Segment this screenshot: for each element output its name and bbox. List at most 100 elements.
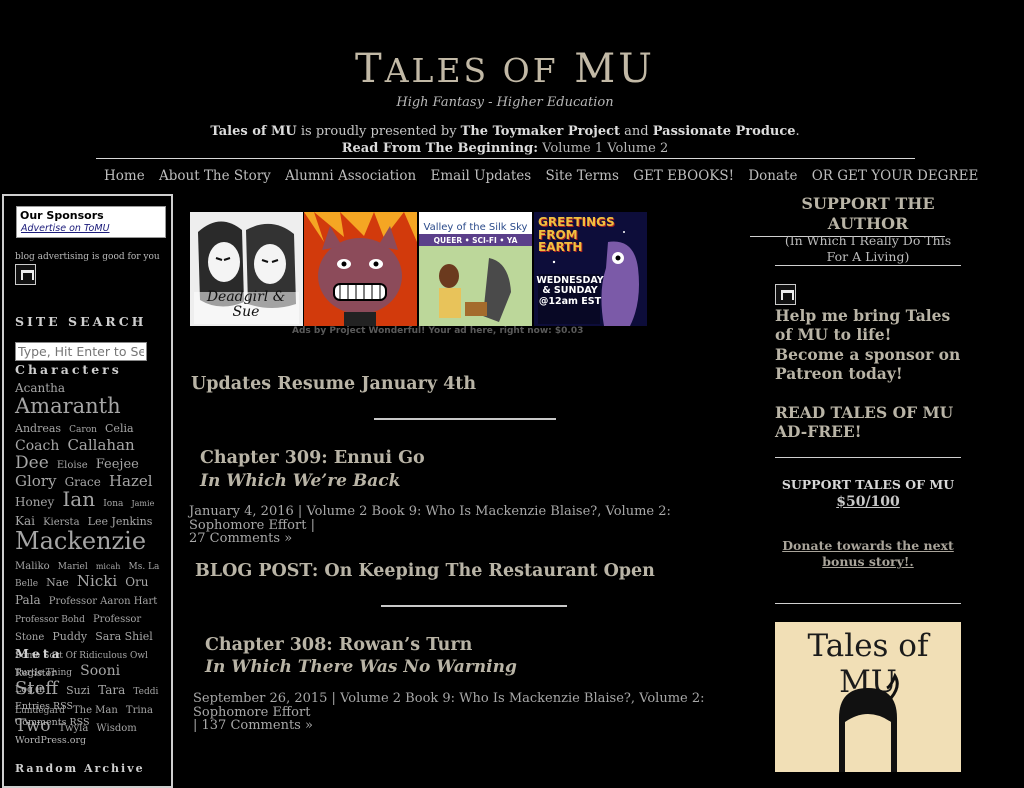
character-tag[interactable]: Eloise [57, 460, 88, 471]
character-tag[interactable]: Puddy [52, 630, 87, 643]
project-wonderful-icon[interactable] [775, 284, 796, 305]
character-tag[interactable]: Acantha [15, 381, 65, 395]
ad-valley-silk-sky[interactable]: Valley of the Silk Sky QUEER • SCI-FI • … [419, 212, 532, 326]
nav-divider [96, 158, 915, 159]
ad-caption[interactable]: Ads by Project Wonderful! Your ad here, … [292, 326, 583, 336]
character-tag[interactable]: Coach [15, 438, 59, 454]
character-tag[interactable]: Kai [15, 514, 35, 528]
character-tag[interactable]: Oru [125, 575, 148, 589]
ad-free-link[interactable]: READ TALES OF MU AD-FREE! [775, 403, 963, 442]
ad-greetings-days: WEDNESDAY & SUNDAY @12am EST [536, 275, 604, 307]
character-tag[interactable]: Wisdom [96, 723, 136, 734]
nav-about[interactable]: About The Story [159, 168, 271, 184]
character-tag[interactable]: Jamie [131, 499, 154, 509]
nav-home[interactable]: Home [104, 168, 145, 184]
sponsors-box: Our Sponsors Advertise on ToMU [16, 206, 166, 238]
character-tag[interactable]: Ian [62, 487, 95, 511]
character-tag[interactable]: Sara Shiel [95, 630, 153, 643]
character-tag[interactable]: Glory [15, 472, 56, 490]
character-tag[interactable]: Professor Bohd [15, 615, 85, 625]
right-divider [775, 265, 961, 266]
post-comments-link[interactable]: 27 Comments » [189, 531, 292, 546]
character-tag[interactable]: micah [96, 562, 121, 571]
support-tales-heading: SUPPORT TALES OF MU [781, 477, 955, 492]
post-title-updates-resume[interactable]: Updates Resume January 4th [191, 374, 476, 394]
character-tag[interactable]: Honey [15, 495, 54, 509]
book-cover-image[interactable]: Tales of MU [775, 622, 961, 772]
character-tag[interactable]: Maliko [15, 561, 50, 572]
character-tag[interactable]: Pala [15, 593, 41, 607]
character-tag[interactable]: Andreas [15, 422, 61, 435]
character-tag[interactable]: Sooni [80, 663, 120, 679]
character-tag[interactable]: Feejee [96, 457, 139, 472]
characters-heading: Characters [15, 362, 122, 377]
character-tag[interactable]: Iona [103, 499, 123, 510]
post-subtitle-chapter-309: In Which We’re Back [200, 471, 401, 491]
ad-greetings-title: GREETINGS FROM EARTH [538, 215, 615, 255]
presented-by: Tales of MU is proudly presented by The … [210, 124, 800, 139]
project-wonderful-icon[interactable] [15, 264, 36, 285]
meta-comments-rss[interactable]: Comments RSS [15, 717, 89, 728]
left-sidebar: Our Sponsors Advertise on ToMU blog adve… [2, 194, 173, 788]
meta-register[interactable]: Register [15, 668, 56, 679]
post-subtitle-chapter-308: In Which There Was No Warning [205, 657, 517, 677]
character-tag[interactable]: Tara [98, 683, 125, 697]
character-tag[interactable]: Mariel [58, 562, 88, 572]
presenter-name[interactable]: Tales of MU [210, 124, 296, 139]
character-tag[interactable]: Caron [69, 425, 97, 435]
character-tag[interactable]: Mackenzie [15, 527, 146, 555]
post-title-chapter-309[interactable]: Chapter 309: Ennui Go [200, 448, 425, 468]
character-tag[interactable]: Celia [105, 422, 134, 435]
donation-amount[interactable]: $50/100 [775, 494, 961, 510]
volume-1-link[interactable]: Volume 1 [542, 141, 603, 156]
nav-donate[interactable]: Donate [748, 168, 797, 184]
post-title-chapter-308[interactable]: Chapter 308: Rowan’s Turn [205, 635, 472, 655]
site-tagline: High Fantasy - Higher Education [396, 95, 614, 110]
toymaker-link[interactable]: The Toymaker Project [461, 124, 620, 139]
ad-pig-comic[interactable] [304, 212, 417, 326]
volume-2-link[interactable]: Volume 2 [607, 141, 668, 156]
ad-valley-tags: QUEER • SCI-FI • YA [433, 236, 518, 245]
post-separator [381, 605, 567, 607]
random-archive-heading: Random Archive [15, 762, 145, 775]
nav-site-terms[interactable]: Site Terms [545, 168, 618, 184]
advertise-link[interactable]: Advertise on ToMU [21, 223, 110, 234]
nav-get-ebooks[interactable]: GET EBOOKS! [633, 168, 734, 184]
read-from-beginning: Read From The Beginning: Volume 1 Volume… [341, 141, 669, 156]
character-tag[interactable]: Amaranth [15, 394, 121, 418]
character-tag[interactable]: Professor Aaron Hart [49, 596, 157, 607]
support-author-subtitle: (In Which I Really Do This For A Living) [784, 233, 952, 264]
character-tag[interactable]: Suzi [66, 684, 90, 697]
passionate-produce-link[interactable]: Passionate Produce [653, 124, 796, 139]
character-tag[interactable]: Nicki [77, 572, 117, 590]
meta-entries-rss[interactable]: Entries RSS [15, 701, 73, 712]
meta-heading: Meta [15, 646, 63, 661]
nav-alumni[interactable]: Alumni Association [285, 168, 416, 184]
post-title-blog-post[interactable]: BLOG POST: On Keeping The Restaurant Ope… [195, 561, 655, 581]
main-nav: Home About The Story Alumni Association … [104, 168, 988, 184]
character-tag[interactable]: The Man [73, 705, 118, 716]
character-tag[interactable]: Dee [15, 453, 49, 473]
character-tag[interactable]: Trina [126, 705, 153, 716]
ad-deadgirl-sue[interactable]: Deadgirl & Sue [190, 212, 303, 326]
patreon-link[interactable]: Help me bring Tales of MU to life! Becom… [775, 306, 963, 384]
character-tag-cloud: Acantha Amaranth Andreas Caron Celia Coa… [15, 378, 167, 735]
character-tag[interactable]: Callahan [67, 436, 134, 454]
ad-deadgirl-text: Deadgirl & Sue [206, 289, 286, 321]
character-tag[interactable]: Hazel [109, 472, 153, 490]
site-title[interactable]: TALES OF MU [0, 46, 1010, 92]
meta-wordpress[interactable]: WordPress.org [15, 735, 86, 746]
nav-email-updates[interactable]: Email Updates [430, 168, 531, 184]
post-separator [374, 418, 556, 420]
donate-bonus-link[interactable]: Donate towards the next bonus story!. [775, 538, 961, 571]
post-comments-link[interactable]: 137 Comments » [202, 718, 313, 733]
nav-degree[interactable]: OR GET YOUR DEGREE [812, 168, 979, 184]
character-tag[interactable]: Nae [46, 576, 69, 589]
right-divider [775, 603, 961, 604]
post-meta-chapter-309: January 4, 2016 | Volume 2 Book 9: Who I… [189, 504, 671, 547]
support-author-heading: SUPPORT THE AUTHOR [801, 194, 935, 233]
meta-login[interactable]: Log in [15, 684, 45, 695]
ad-greetings-earth[interactable]: GREETINGS FROM EARTH WEDNESDAY & SUNDAY … [534, 212, 647, 326]
right-divider [775, 457, 961, 458]
search-input[interactable] [15, 342, 147, 361]
